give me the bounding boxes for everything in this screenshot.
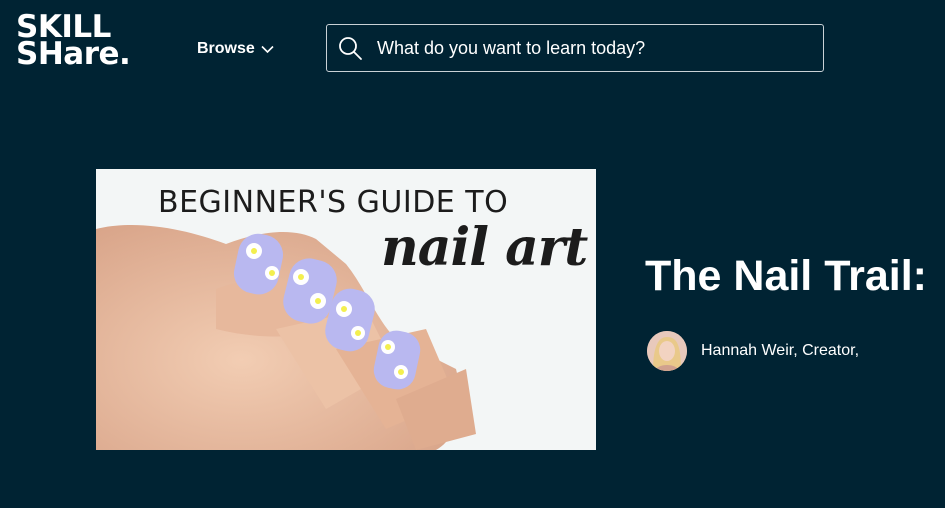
avatar-portrait-image — [647, 331, 687, 371]
course-thumbnail[interactable]: BEGINNER'S GUIDE TO nail art — [96, 169, 596, 450]
search-icon — [339, 37, 362, 60]
creator-avatar[interactable] — [647, 331, 687, 371]
creator-name[interactable]: Hannah Weir, Creator, — [701, 342, 859, 360]
browse-menu-button[interactable]: Browse — [197, 38, 274, 60]
chevron-down-icon — [261, 45, 274, 53]
skillshare-logo[interactable]: SKILL SHare. — [16, 12, 131, 72]
thumbnail-script-text: nail art — [381, 217, 588, 278]
course-title: The Nail Trail: — [645, 252, 927, 300]
search-bar[interactable] — [326, 24, 824, 72]
search-input[interactable] — [375, 36, 823, 60]
thumbnail-title-text: BEGINNER'S GUIDE TO — [158, 185, 509, 220]
creator-info: Hannah Weir, Creator, — [647, 331, 859, 371]
browse-label: Browse — [197, 40, 255, 57]
logo-line-2: SHare. — [16, 36, 131, 72]
